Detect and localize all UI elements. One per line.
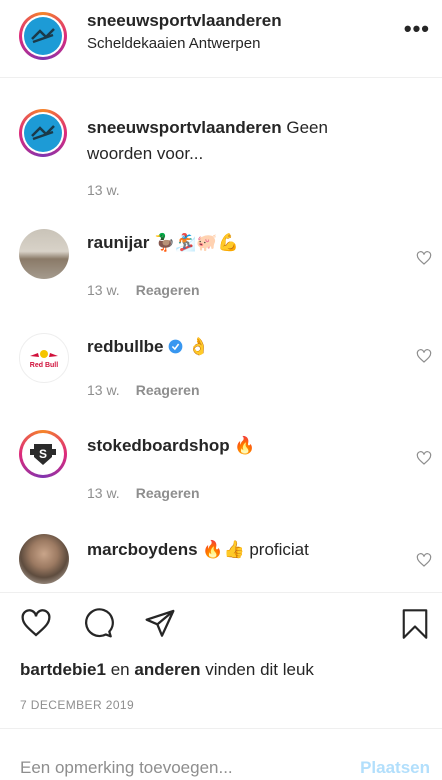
- snowboard-logo-icon: [31, 125, 55, 141]
- svg-text:S: S: [39, 447, 47, 461]
- comment-text: stokedboardshop 🔥: [87, 433, 397, 459]
- comment-avatar-marcboydens[interactable]: [19, 534, 69, 584]
- reply-button[interactable]: Reageren: [136, 282, 200, 298]
- comment-username[interactable]: redbullbe: [87, 337, 164, 356]
- post-date: 7 DECEMBER 2019: [20, 698, 135, 712]
- more-options-icon[interactable]: •••: [404, 16, 430, 42]
- like-comment-heart-icon[interactable]: [416, 348, 432, 364]
- post-comment-button[interactable]: Plaatsen: [360, 758, 430, 778]
- comment-username[interactable]: marcboydens: [87, 540, 198, 559]
- likes-summary: bartdebie1 en anderen vinden dit leuk: [20, 660, 314, 679]
- liker-username[interactable]: bartdebie1: [20, 660, 106, 679]
- verified-badge-icon: [168, 339, 183, 354]
- shield-s-logo-icon: S: [30, 444, 56, 465]
- comment-meta: 13 w. Reageren: [87, 382, 200, 398]
- comment-body: 👌: [187, 337, 210, 356]
- comment-avatar-stokedboardshop[interactable]: S: [19, 430, 67, 478]
- like-comment-heart-icon[interactable]: [416, 450, 432, 466]
- account-avatar[interactable]: [19, 12, 67, 60]
- comment-body: 🔥: [234, 436, 256, 455]
- snowboard-logo-icon: [31, 28, 55, 44]
- post-header: sneeuwsportvlaanderen Scheldekaaien Antw…: [0, 0, 442, 78]
- account-username[interactable]: sneeuwsportvlaanderen: [87, 11, 282, 31]
- caption-text: sneeuwsportvlaanderen Geen woorden voor.…: [87, 115, 397, 167]
- comment-body: 🦆🏂🐖💪: [154, 233, 239, 252]
- save-bookmark-icon[interactable]: [400, 607, 430, 641]
- like-comment-heart-icon[interactable]: [416, 552, 432, 568]
- caption-username[interactable]: sneeuwsportvlaanderen: [87, 118, 282, 137]
- comment-divider: [0, 728, 442, 729]
- post-location[interactable]: Scheldekaaien Antwerpen: [87, 35, 260, 52]
- actions-divider: [0, 592, 442, 593]
- comment-avatar-raunijar[interactable]: [19, 229, 69, 279]
- svg-text:Red Bull: Red Bull: [30, 362, 58, 369]
- comment-body: 🔥👍 proficiat: [202, 540, 309, 559]
- comment-bubble-icon[interactable]: [82, 607, 114, 639]
- comment-meta: 13 w. Reageren: [87, 282, 200, 298]
- reply-button[interactable]: Reageren: [136, 485, 200, 501]
- comment-username[interactable]: stokedboardshop: [87, 436, 230, 455]
- comment-text: raunijar 🦆🏂🐖💪: [87, 230, 397, 256]
- add-comment-input[interactable]: Een opmerking toevoegen...: [20, 758, 233, 778]
- caption-time: 13 w.: [87, 182, 120, 198]
- likers-others-link[interactable]: anderen: [134, 660, 200, 679]
- comment-meta: 13 w. Reageren: [87, 485, 200, 501]
- like-comment-heart-icon[interactable]: [416, 250, 432, 266]
- redbull-logo-icon: Red Bull: [30, 350, 58, 369]
- share-paper-plane-icon[interactable]: [144, 607, 176, 639]
- caption-avatar[interactable]: [19, 109, 67, 157]
- like-heart-icon[interactable]: [20, 607, 52, 639]
- comment-username[interactable]: raunijar: [87, 233, 149, 252]
- comments-list: sneeuwsportvlaanderen Geen woorden voor.…: [0, 78, 442, 592]
- comment-avatar-redbullbe[interactable]: Red Bull: [19, 333, 69, 383]
- comment-text: redbullbe 👌: [87, 334, 397, 360]
- reply-button[interactable]: Reageren: [136, 382, 200, 398]
- comment-text: marcboydens 🔥👍 proficiat: [87, 537, 397, 563]
